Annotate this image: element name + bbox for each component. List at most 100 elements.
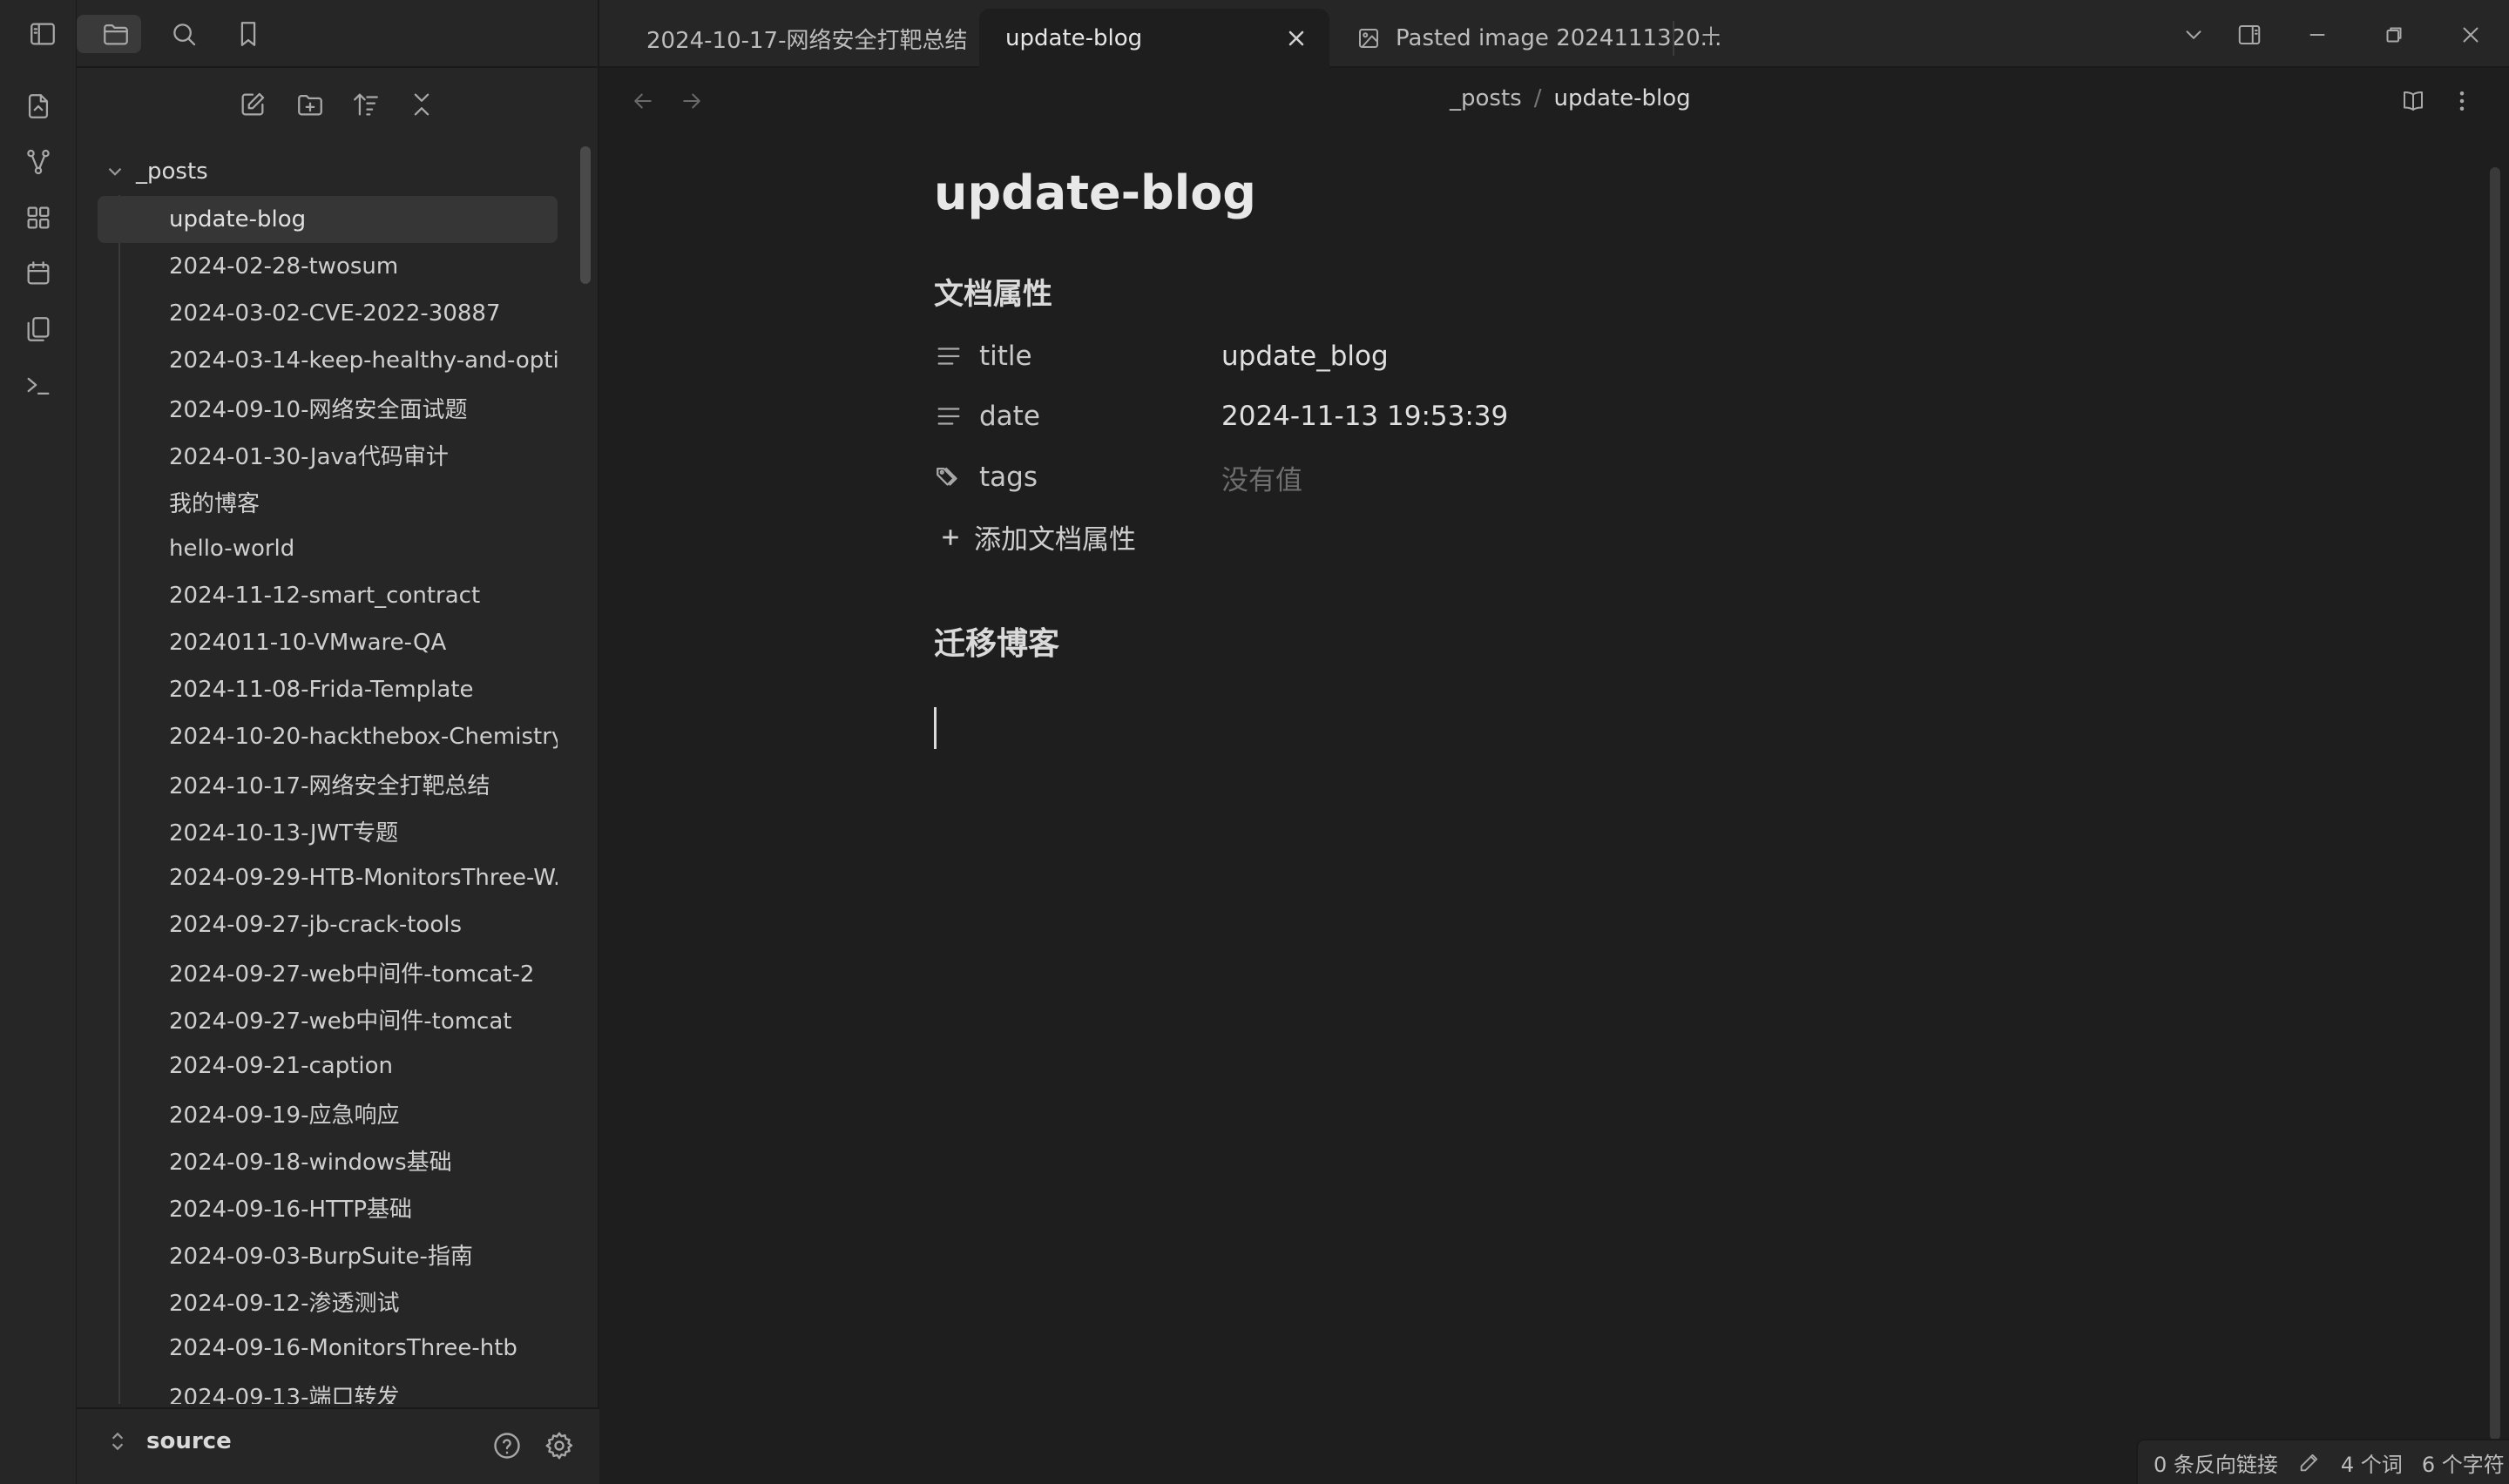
tab-label: 2024-10-17-网络安全打靶总结 <box>646 27 968 54</box>
file-item[interactable]: 2024-10-13-JWT专题 <box>98 807 558 854</box>
chevron-up-down-icon <box>112 1432 124 1451</box>
tab-update-blog[interactable]: update-blog <box>979 9 1329 68</box>
file-tree: _posts update-blog 2024-02-28-twosum 2024-… <box>77 150 599 1404</box>
file-item[interactable]: 2024-03-14-keep-healthy-and-opti... <box>98 337 558 384</box>
view-header: _posts / update-blog <box>599 70 2509 132</box>
file-item[interactable]: 2024-09-13-端口转发 <box>98 1372 558 1405</box>
tab-bar: 2024-10-17-网络安全打靶总结 update-blog Pasted i… <box>599 0 2509 68</box>
vault-switcher-bar: source <box>77 1407 599 1484</box>
file-item[interactable]: 2024-09-03-BurpSuite-指南 <box>98 1231 558 1278</box>
file-item[interactable]: 2024-11-08-Frida-Template <box>98 666 558 713</box>
file-item[interactable]: 2024-09-29-HTB-MonitorsThree-W... <box>98 854 558 901</box>
edit-pencil-icon[interactable] <box>2297 1450 2322 1474</box>
breadcrumb-separator: / <box>1533 85 1542 111</box>
files-tab-icon[interactable] <box>91 15 141 53</box>
plus-icon <box>943 529 958 545</box>
canvas-icon[interactable] <box>19 199 57 237</box>
file-item[interactable]: 2024-11-12-smart_contract <box>98 572 558 619</box>
ribbon <box>0 0 77 1484</box>
note-title[interactable]: update-blog <box>934 165 1256 220</box>
properties-heading: 文档属性 <box>934 277 1052 312</box>
file-item[interactable]: 2024-01-30-Java代码审计 <box>98 431 558 478</box>
close-tab-icon[interactable] <box>1279 21 1314 56</box>
image-icon <box>1356 25 1382 51</box>
sidebar-header <box>30 0 599 68</box>
status-bar: 0 条反向链接 4 个词 6 个字符 <box>2136 1439 2509 1484</box>
minimize-icon[interactable] <box>2298 16 2337 54</box>
file-item[interactable]: 2024-03-02-CVE-2022-30887 <box>98 290 558 337</box>
text-lines-icon <box>934 401 964 431</box>
file-item[interactable]: hello-world <box>98 525 558 572</box>
open-quick-switcher-icon[interactable] <box>19 87 57 125</box>
file-item[interactable]: 我的博客 <box>98 478 558 525</box>
collapse-all-icon[interactable] <box>402 85 441 124</box>
tags-icon <box>934 462 964 492</box>
file-item[interactable]: 2024-09-27-web中间件-tomcat-2 <box>98 948 558 995</box>
file-item[interactable]: 2024-09-18-windows基础 <box>98 1137 558 1184</box>
sort-order-icon[interactable] <box>347 85 385 124</box>
more-options-icon[interactable] <box>2445 84 2479 118</box>
file-item[interactable]: 2024-10-17-网络安全打靶总结 <box>98 760 558 807</box>
new-folder-icon[interactable] <box>291 85 329 124</box>
file-item[interactable]: 2024-09-19-应急响应 <box>98 1089 558 1137</box>
property-date[interactable]: date 2024-11-13 19:53:39 <box>934 390 2154 442</box>
property-tags[interactable]: tags 没有值 <box>934 451 2154 503</box>
folder-posts[interactable]: _posts <box>98 150 551 193</box>
calendar-icon[interactable] <box>19 254 57 293</box>
property-value-empty[interactable]: 没有值 <box>1221 458 1302 497</box>
backlinks-count[interactable]: 0 条反向链接 <box>2154 1447 2278 1478</box>
file-list: update-blog 2024-02-28-twosum 2024-03-02-C… <box>98 196 558 1404</box>
bookmarks-icon[interactable] <box>223 15 274 53</box>
toggle-sidebar-icon[interactable] <box>17 15 68 53</box>
settings-gear-icon[interactable] <box>540 1427 578 1465</box>
tab-separator <box>1673 21 1674 56</box>
toggle-right-sidebar-icon[interactable] <box>2230 16 2269 54</box>
tab-network-security[interactable]: 2024-10-17-网络安全打靶总结 <box>599 9 977 68</box>
char-count: 6 个字符 <box>2421 1452 2505 1477</box>
new-note-icon[interactable] <box>233 85 272 124</box>
templates-icon[interactable] <box>19 310 57 348</box>
property-value[interactable]: 2024-11-13 19:53:39 <box>1221 401 1508 432</box>
reading-view-book-icon[interactable] <box>2396 84 2431 118</box>
help-icon[interactable] <box>488 1427 526 1465</box>
terminal-icon[interactable] <box>19 366 57 404</box>
sidebar-scrollbar[interactable] <box>580 146 591 284</box>
close-window-icon[interactable] <box>2452 16 2490 54</box>
file-item[interactable]: 2024011-10-VMware-QA <box>98 619 558 666</box>
file-item[interactable]: update-blog <box>98 196 558 243</box>
file-item[interactable]: 2024-02-28-twosum <box>98 243 558 290</box>
tab-label: update-blog <box>1005 25 1143 51</box>
navigate-back-icon[interactable] <box>626 84 660 118</box>
restore-window-icon[interactable] <box>2375 16 2413 54</box>
property-value[interactable]: update_blog <box>1221 341 1389 372</box>
property-key[interactable]: date <box>979 401 1221 432</box>
file-item[interactable]: 2024-09-27-web中间件-tomcat <box>98 995 558 1042</box>
file-item[interactable]: 2024-09-10-网络安全面试题 <box>98 384 558 431</box>
word-count: 4 个词 <box>2340 1452 2403 1477</box>
folder-label: _posts <box>136 159 208 185</box>
navigate-forward-icon[interactable] <box>674 84 709 118</box>
add-property-button[interactable]: 添加文档属性 <box>937 517 1136 556</box>
file-item[interactable]: 2024-09-27-jb-crack-tools <box>98 901 558 948</box>
file-item[interactable]: 2024-10-20-hackthebox-Chemistry <box>98 713 558 760</box>
editor-scrollbar[interactable] <box>2490 167 2500 1440</box>
text-lines-icon <box>934 341 964 371</box>
breadcrumb: _posts / update-blog <box>1450 85 1691 111</box>
vault-switcher[interactable]: source <box>106 1428 232 1454</box>
new-tab-plus-icon[interactable] <box>1692 16 1730 54</box>
breadcrumb-parent[interactable]: _posts <box>1450 85 1522 111</box>
property-key[interactable]: title <box>979 341 1221 372</box>
search-icon[interactable] <box>159 15 209 53</box>
tab-pasted-image[interactable]: Pasted image 2024111320... <box>1331 9 1721 68</box>
tab-list-chevron-icon[interactable] <box>2174 16 2213 54</box>
breadcrumb-current[interactable]: update-blog <box>1553 85 1690 111</box>
file-item[interactable]: 2024-09-16-MonitorsThree-htb <box>98 1325 558 1372</box>
section-heading[interactable]: 迁移博客 <box>934 618 1059 664</box>
file-item[interactable]: 2024-09-12-渗透测试 <box>98 1278 558 1325</box>
property-title[interactable]: title update_blog <box>934 330 2154 382</box>
file-item[interactable]: 2024-09-16-HTTP基础 <box>98 1184 558 1231</box>
file-item[interactable]: 2024-09-21-caption <box>98 1042 558 1089</box>
graph-view-icon[interactable] <box>19 143 57 181</box>
add-property-label: 添加文档属性 <box>974 524 1136 556</box>
property-key[interactable]: tags <box>979 462 1221 493</box>
